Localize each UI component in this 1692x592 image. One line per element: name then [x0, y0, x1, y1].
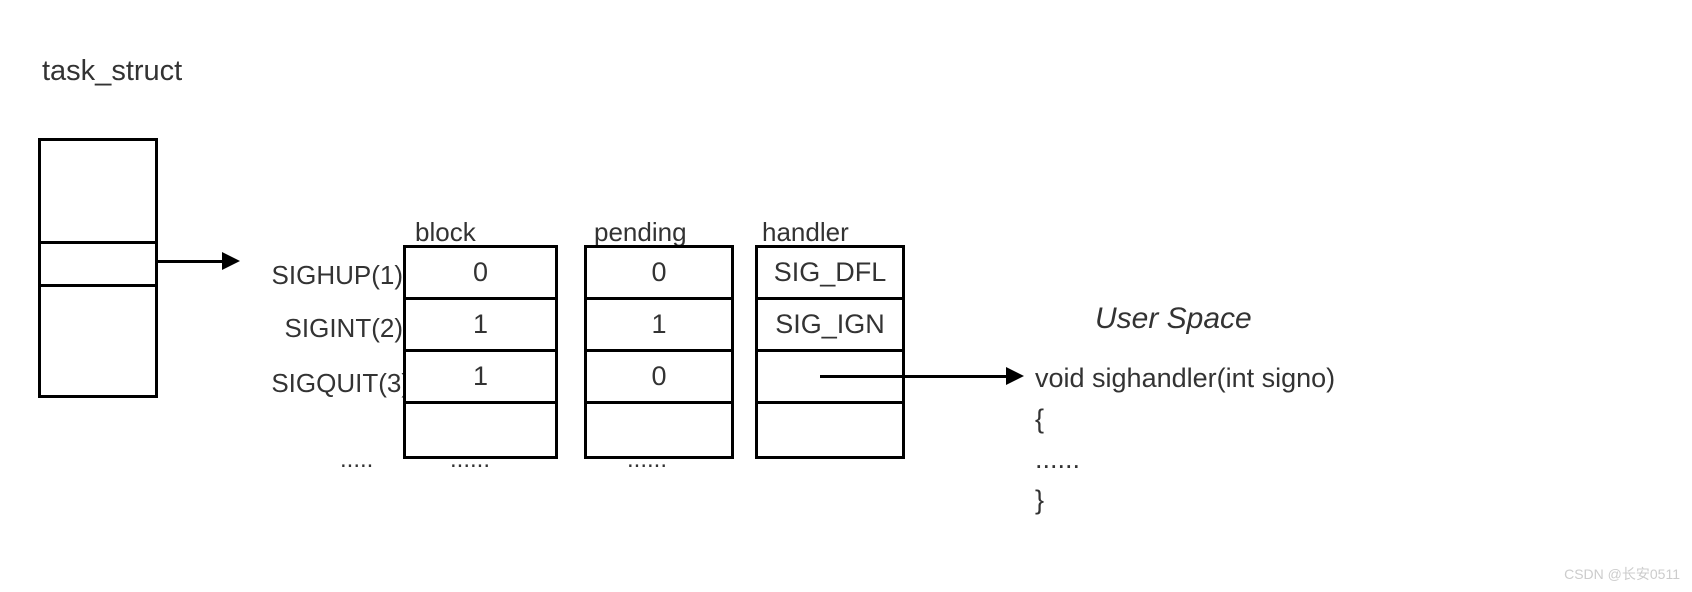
- block-table: 0 1 1: [403, 245, 558, 459]
- block-ellipsis: ......: [450, 446, 490, 474]
- handler-table: SIG_DFL SIG_IGN: [755, 245, 905, 459]
- pending-table: 0 1 0: [584, 245, 734, 459]
- handler-cell-2: SIG_IGN: [758, 300, 902, 352]
- code-line-3: ......: [1035, 444, 1080, 474]
- signal-label-ellipsis: .....: [340, 446, 373, 474]
- handler-cell-3: [758, 352, 902, 404]
- pending-header: pending: [594, 217, 687, 248]
- block-cell-3: 1: [406, 352, 555, 404]
- block-cell-2: 1: [406, 300, 555, 352]
- pending-ellipsis: ......: [627, 446, 667, 474]
- block-header: block: [415, 217, 476, 248]
- task-struct-cell-bottom: [41, 284, 155, 396]
- pointer-arrow-line: [158, 260, 224, 263]
- pending-cell-2: 1: [587, 300, 731, 352]
- handler-arrow-head: [1006, 367, 1024, 385]
- handler-header: handler: [762, 217, 849, 248]
- pending-cell-3: 0: [587, 352, 731, 404]
- diagram-title: task_struct: [42, 55, 182, 88]
- handler-cell-4: [758, 404, 902, 456]
- code-line-4: }: [1035, 485, 1044, 515]
- task-struct-cell-top: [41, 141, 155, 244]
- handler-arrow-line: [820, 375, 1008, 378]
- block-cell-1: 0: [406, 248, 555, 300]
- userspace-code: void sighandler(int signo) { ...... }: [1035, 358, 1335, 520]
- task-struct-box: [38, 138, 158, 398]
- code-line-2: {: [1035, 404, 1044, 434]
- signal-label-sighup: SIGHUP(1): [238, 260, 403, 291]
- code-line-1: void sighandler(int signo): [1035, 363, 1335, 393]
- signal-label-sigint: SIGINT(2): [238, 313, 403, 344]
- watermark: CSDN @长安0511: [1564, 564, 1680, 584]
- task-struct-cell-mid: [41, 244, 155, 284]
- pending-cell-1: 0: [587, 248, 731, 300]
- handler-cell-1: SIG_DFL: [758, 248, 902, 300]
- signal-label-sigquit: SIGQUIT(3): [238, 368, 410, 399]
- userspace-title: User Space: [1095, 302, 1252, 336]
